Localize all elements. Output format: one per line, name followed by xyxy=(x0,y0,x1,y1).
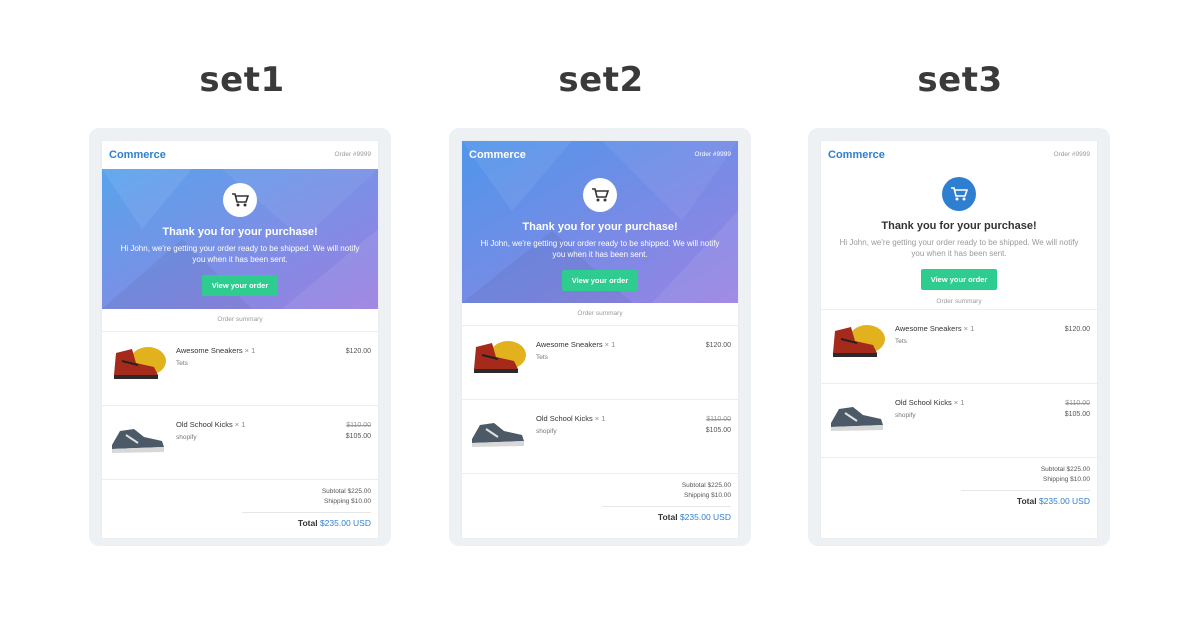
red-sneaker-image xyxy=(833,325,885,357)
email-card: Commerce Order #9999 Thank you for your … xyxy=(821,141,1097,538)
view-order-button[interactable]: View your order xyxy=(561,270,639,291)
order-totals: Subtotal $225.00 Shipping $10.00 Total $… xyxy=(102,479,378,528)
order-summary-label: Order summary xyxy=(577,310,623,317)
product-vendor: Tets xyxy=(176,360,188,367)
product-name[interactable]: Old School Kicks × 1 xyxy=(536,414,605,423)
list-item: Old School Kicks × 1 shopify $110.00 $105… xyxy=(462,399,738,473)
order-summary-label: Order summary xyxy=(217,316,263,323)
product-name[interactable]: Old School Kicks × 1 xyxy=(895,398,964,407)
product-vendor: shopify xyxy=(176,434,197,441)
brand-logo[interactable]: Commerce xyxy=(109,149,166,161)
grey-sneaker-image xyxy=(472,423,524,447)
shipping: Shipping $10.00 xyxy=(684,492,731,499)
product-name[interactable]: Awesome Sneakers × 1 xyxy=(536,340,615,349)
hero-section: Thank you for your purchase! Hi John, we… xyxy=(821,169,1097,295)
cart-icon xyxy=(223,183,257,217)
order-summary-label: Order summary xyxy=(936,298,982,305)
grey-sneaker-image xyxy=(112,429,164,453)
list-item: Awesome Sneakers × 1 Tets $120.00 xyxy=(462,325,738,399)
set2-title: set2 xyxy=(558,60,644,100)
hero-message: Hi John, we're getting your order ready … xyxy=(480,239,720,259)
product-price: $120.00 xyxy=(705,342,731,349)
shipping: Shipping $10.00 xyxy=(324,498,371,505)
red-sneaker-image xyxy=(474,341,526,373)
email-card: Commerce Order #9999 Thank you for your … xyxy=(102,141,378,538)
order-totals: Subtotal $225.00 Shipping $10.00 Total $… xyxy=(821,457,1097,506)
grand-total: Total $235.00 USD xyxy=(1016,496,1090,506)
hero-banner: Commerce Order #9999 Thank you for your … xyxy=(462,141,738,303)
email-header: Commerce Order #9999 xyxy=(102,141,378,169)
set3-email-preview: Commerce Order #9999 Thank you for your … xyxy=(808,128,1110,546)
list-item: Awesome Sneakers × 1 Tets $120.00 xyxy=(821,309,1097,383)
product-price: $120.00 xyxy=(345,348,371,355)
shipping: Shipping $10.00 xyxy=(1043,476,1090,483)
product-name[interactable]: Awesome Sneakers × 1 xyxy=(176,346,255,355)
brand-logo[interactable]: Commerce xyxy=(469,149,526,161)
brand-logo[interactable]: Commerce xyxy=(828,149,885,161)
product-name[interactable]: Awesome Sneakers × 1 xyxy=(895,324,974,333)
email-header: Commerce Order #9999 xyxy=(821,141,1097,169)
red-sneaker-image xyxy=(114,347,166,379)
subtotal: Subtotal $225.00 xyxy=(681,482,731,489)
order-number: Order #9999 xyxy=(334,151,372,158)
old-price: $110.00 xyxy=(706,416,731,423)
view-order-button[interactable]: View your order xyxy=(201,275,279,296)
set1-email-preview: Commerce Order #9999 Thank you for your … xyxy=(89,128,391,546)
email-card: Commerce Order #9999 Thank you for your … xyxy=(462,141,738,538)
list-item: Old School Kicks × 1 shopify $110.00 $105… xyxy=(821,383,1097,457)
thanks-heading: Thank you for your purchase! xyxy=(162,226,318,238)
list-item: Old School Kicks × 1 shopify $110.00 $105… xyxy=(102,405,378,479)
subtotal: Subtotal $225.00 xyxy=(321,488,371,495)
list-item: Awesome Sneakers × 1 Tets $120.00 xyxy=(102,331,378,405)
product-vendor: Tets xyxy=(895,338,907,345)
product-price: $110.00 $105.00 xyxy=(705,416,731,434)
grand-total: Total $235.00 USD xyxy=(297,518,371,528)
hero-banner: Thank you for your purchase! Hi John, we… xyxy=(102,169,378,309)
order-number: Order #9999 xyxy=(1053,151,1091,158)
thanks-heading: Thank you for your purchase! xyxy=(881,220,1037,232)
thanks-heading: Thank you for your purchase! xyxy=(522,221,678,233)
product-price: $120.00 xyxy=(1064,326,1090,333)
order-totals: Subtotal $225.00 Shipping $10.00 Total $… xyxy=(462,473,738,522)
view-order-button[interactable]: View your order xyxy=(920,269,998,290)
set1-title: set1 xyxy=(199,60,285,100)
old-price: $110.00 xyxy=(346,422,371,429)
product-price: $110.00 $105.00 xyxy=(1064,400,1090,418)
product-name[interactable]: Old School Kicks × 1 xyxy=(176,420,245,429)
cart-icon xyxy=(583,178,617,212)
email-header: Commerce Order #9999 xyxy=(462,141,738,169)
hero-message: Hi John, we're getting your order ready … xyxy=(839,238,1079,258)
set2-email-preview: Commerce Order #9999 Thank you for your … xyxy=(449,128,751,546)
product-price: $110.00 $105.00 xyxy=(345,422,371,440)
product-vendor: shopify xyxy=(895,412,916,419)
product-vendor: shopify xyxy=(536,428,557,435)
order-number: Order #9999 xyxy=(694,151,732,158)
subtotal: Subtotal $225.00 xyxy=(1040,466,1090,473)
set3-title: set3 xyxy=(917,60,1003,100)
cart-icon xyxy=(942,177,976,211)
product-vendor: Tets xyxy=(536,354,548,361)
old-price: $110.00 xyxy=(1065,400,1090,407)
grand-total: Total $235.00 USD xyxy=(657,512,731,522)
hero-message: Hi John, we're getting your order ready … xyxy=(120,244,360,264)
grey-sneaker-image xyxy=(831,407,883,431)
